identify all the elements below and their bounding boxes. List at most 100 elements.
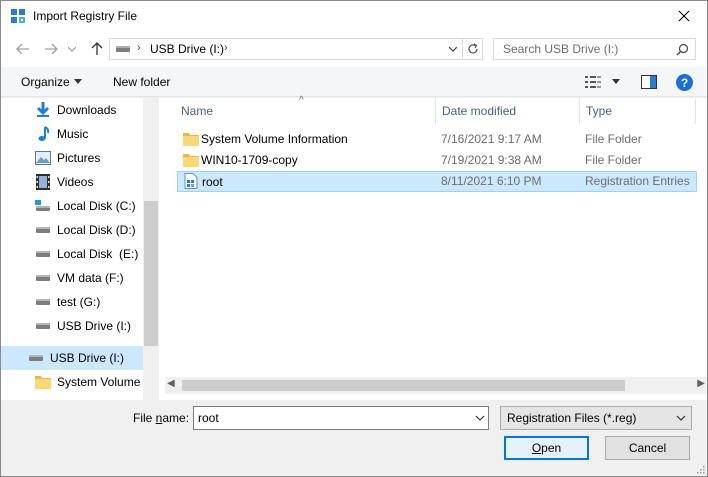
folder-icon (183, 133, 199, 146)
nav-item-usb-drive-i[interactable]: USB Drive (I:) (1, 314, 143, 338)
toolbar: Organize New folder ? (1, 67, 707, 97)
drive-icon (35, 294, 51, 310)
file-date: 7/16/2021 9:17 AM (441, 132, 542, 146)
file-type: File Folder (585, 153, 642, 167)
file-name: System Volume Information (201, 132, 348, 146)
recent-locations-button[interactable] (65, 39, 79, 59)
nav-item-test-g[interactable]: test (G:) (1, 290, 143, 314)
column-header-name[interactable]: Name (181, 104, 213, 118)
file-row-win10-1709-copy[interactable]: WIN10-1709-copy 7/19/2021 9:38 AM File F… (177, 150, 697, 171)
resize-grip-icon[interactable] (695, 464, 705, 474)
sort-ascending-icon: ^ (299, 95, 304, 106)
arrow-up-icon (91, 42, 103, 55)
nav-item-local-disk-c[interactable]: Local Disk (C:) (1, 194, 143, 218)
nav-item-label: USB Drive (I:) (50, 351, 125, 365)
folder-icon (183, 154, 199, 167)
caret-down-icon[interactable] (74, 79, 82, 84)
help-button[interactable]: ? (676, 74, 693, 91)
open-button[interactable]: Open (504, 436, 589, 460)
search-input[interactable]: Search USB Drive (I:) (493, 38, 696, 60)
nav-item-label: test (G:) (57, 295, 101, 309)
file-list: ^ Name Date modified Type System Volume … (165, 95, 707, 400)
nav-item-label: Music (57, 127, 89, 141)
close-button[interactable] (661, 1, 707, 31)
view-options-icon[interactable] (585, 75, 603, 89)
column-header-type[interactable]: Type (586, 104, 612, 118)
chevron-down-icon[interactable] (475, 411, 485, 425)
downloads-icon (35, 102, 51, 118)
nav-item-usb-drive-i-root[interactable]: USB Drive (I:) (1, 346, 143, 370)
address-dropdown-button[interactable] (443, 38, 463, 60)
column-divider[interactable] (579, 98, 580, 124)
file-type: Registration Entries (585, 174, 690, 188)
drive-icon (35, 318, 51, 334)
cancel-button[interactable]: Cancel (605, 436, 690, 460)
title-bar: Import Registry File (1, 1, 707, 31)
organize-button[interactable]: Organize (21, 75, 70, 89)
nav-item-videos[interactable]: Videos (1, 170, 143, 194)
drive-icon (35, 246, 51, 262)
nav-item-local-disk-e[interactable]: Local Disk (E:) (1, 242, 143, 266)
column-header-date-modified[interactable]: Date modified (442, 104, 516, 118)
nav-item-vm-data-f[interactable]: VM data (F:) (1, 266, 143, 290)
drive-icon (28, 350, 44, 366)
drive-icon (35, 222, 51, 238)
file-date: 8/11/2021 6:10 PM (441, 174, 542, 188)
column-divider[interactable] (435, 98, 436, 124)
preview-pane-icon[interactable] (641, 75, 657, 89)
file-row-root[interactable]: root 8/11/2021 6:10 PM Registration Entr… (177, 171, 697, 192)
nav-item-downloads[interactable]: Downloads (1, 98, 143, 122)
file-type: File Folder (585, 132, 642, 146)
nav-item-label: VM data (F:) (57, 271, 124, 285)
file-name-value: root (198, 411, 219, 425)
horizontal-scrollbar-thumb[interactable] (182, 380, 625, 391)
chevron-down-icon (68, 46, 76, 52)
scroll-left-icon[interactable]: ◀ (167, 378, 175, 389)
chevron-right-icon[interactable]: › (224, 42, 228, 54)
file-name: WIN10-1709-copy (201, 153, 298, 167)
back-button[interactable] (13, 39, 33, 59)
arrow-right-icon (45, 43, 58, 55)
registry-file-icon (184, 173, 198, 189)
caret-down-icon[interactable] (612, 79, 620, 84)
file-name: root (202, 175, 223, 189)
chevron-right-icon[interactable]: › (137, 42, 141, 54)
file-row-system-volume-information[interactable]: System Volume Information 7/16/2021 9:17… (177, 129, 697, 150)
new-folder-button[interactable]: New folder (113, 75, 170, 89)
scroll-right-icon[interactable]: ▶ (697, 378, 705, 389)
file-type-value: Registration Files (*.reg) (507, 411, 637, 425)
arrow-left-icon (16, 43, 29, 55)
nav-item-label: Videos (57, 175, 94, 189)
file-name-input[interactable]: root (193, 406, 489, 430)
nav-item-system-volume[interactable]: System Volume I (1, 370, 143, 394)
up-button[interactable] (87, 39, 107, 59)
music-icon (35, 126, 51, 142)
import-registry-dialog: Import Registry File › USB Drive (I:) › (0, 0, 708, 477)
nav-item-label: Pictures (57, 151, 101, 165)
breadcrumb-usb-drive[interactable]: USB Drive (I:) (150, 42, 224, 56)
address-row: › USB Drive (I:) › Search USB Drive (I:) (1, 31, 707, 67)
nav-item-label: Local Disk (E:) (57, 247, 139, 261)
forward-button[interactable] (41, 39, 61, 59)
nav-item-label: Local Disk (D:) (57, 223, 136, 237)
address-bar[interactable]: › USB Drive (I:) › (109, 38, 463, 60)
pictures-icon (35, 150, 51, 166)
file-type-select[interactable]: Registration Files (*.reg) (500, 406, 692, 430)
drive-icon (116, 46, 130, 52)
horizontal-scrollbar[interactable]: ◀ ▶ (165, 377, 707, 394)
window-title: Import Registry File (33, 9, 138, 23)
nav-scrollbar-thumb[interactable] (144, 201, 158, 346)
nav-item-label: Downloads (57, 103, 117, 117)
nav-item-music[interactable]: Music (1, 122, 143, 146)
file-date: 7/19/2021 9:38 AM (441, 153, 542, 167)
nav-item-label: Local Disk (C:) (57, 199, 136, 213)
close-icon (678, 10, 690, 22)
nav-item-label: USB Drive (I:) (57, 319, 132, 333)
column-divider[interactable] (695, 98, 696, 124)
search-placeholder: Search USB Drive (I:) (503, 42, 619, 56)
nav-item-local-disk-d[interactable]: Local Disk (D:) (1, 218, 143, 242)
system-drive-icon (35, 198, 51, 214)
nav-item-pictures[interactable]: Pictures (1, 146, 143, 170)
registry-editor-icon (11, 9, 25, 23)
refresh-button[interactable] (463, 38, 483, 60)
